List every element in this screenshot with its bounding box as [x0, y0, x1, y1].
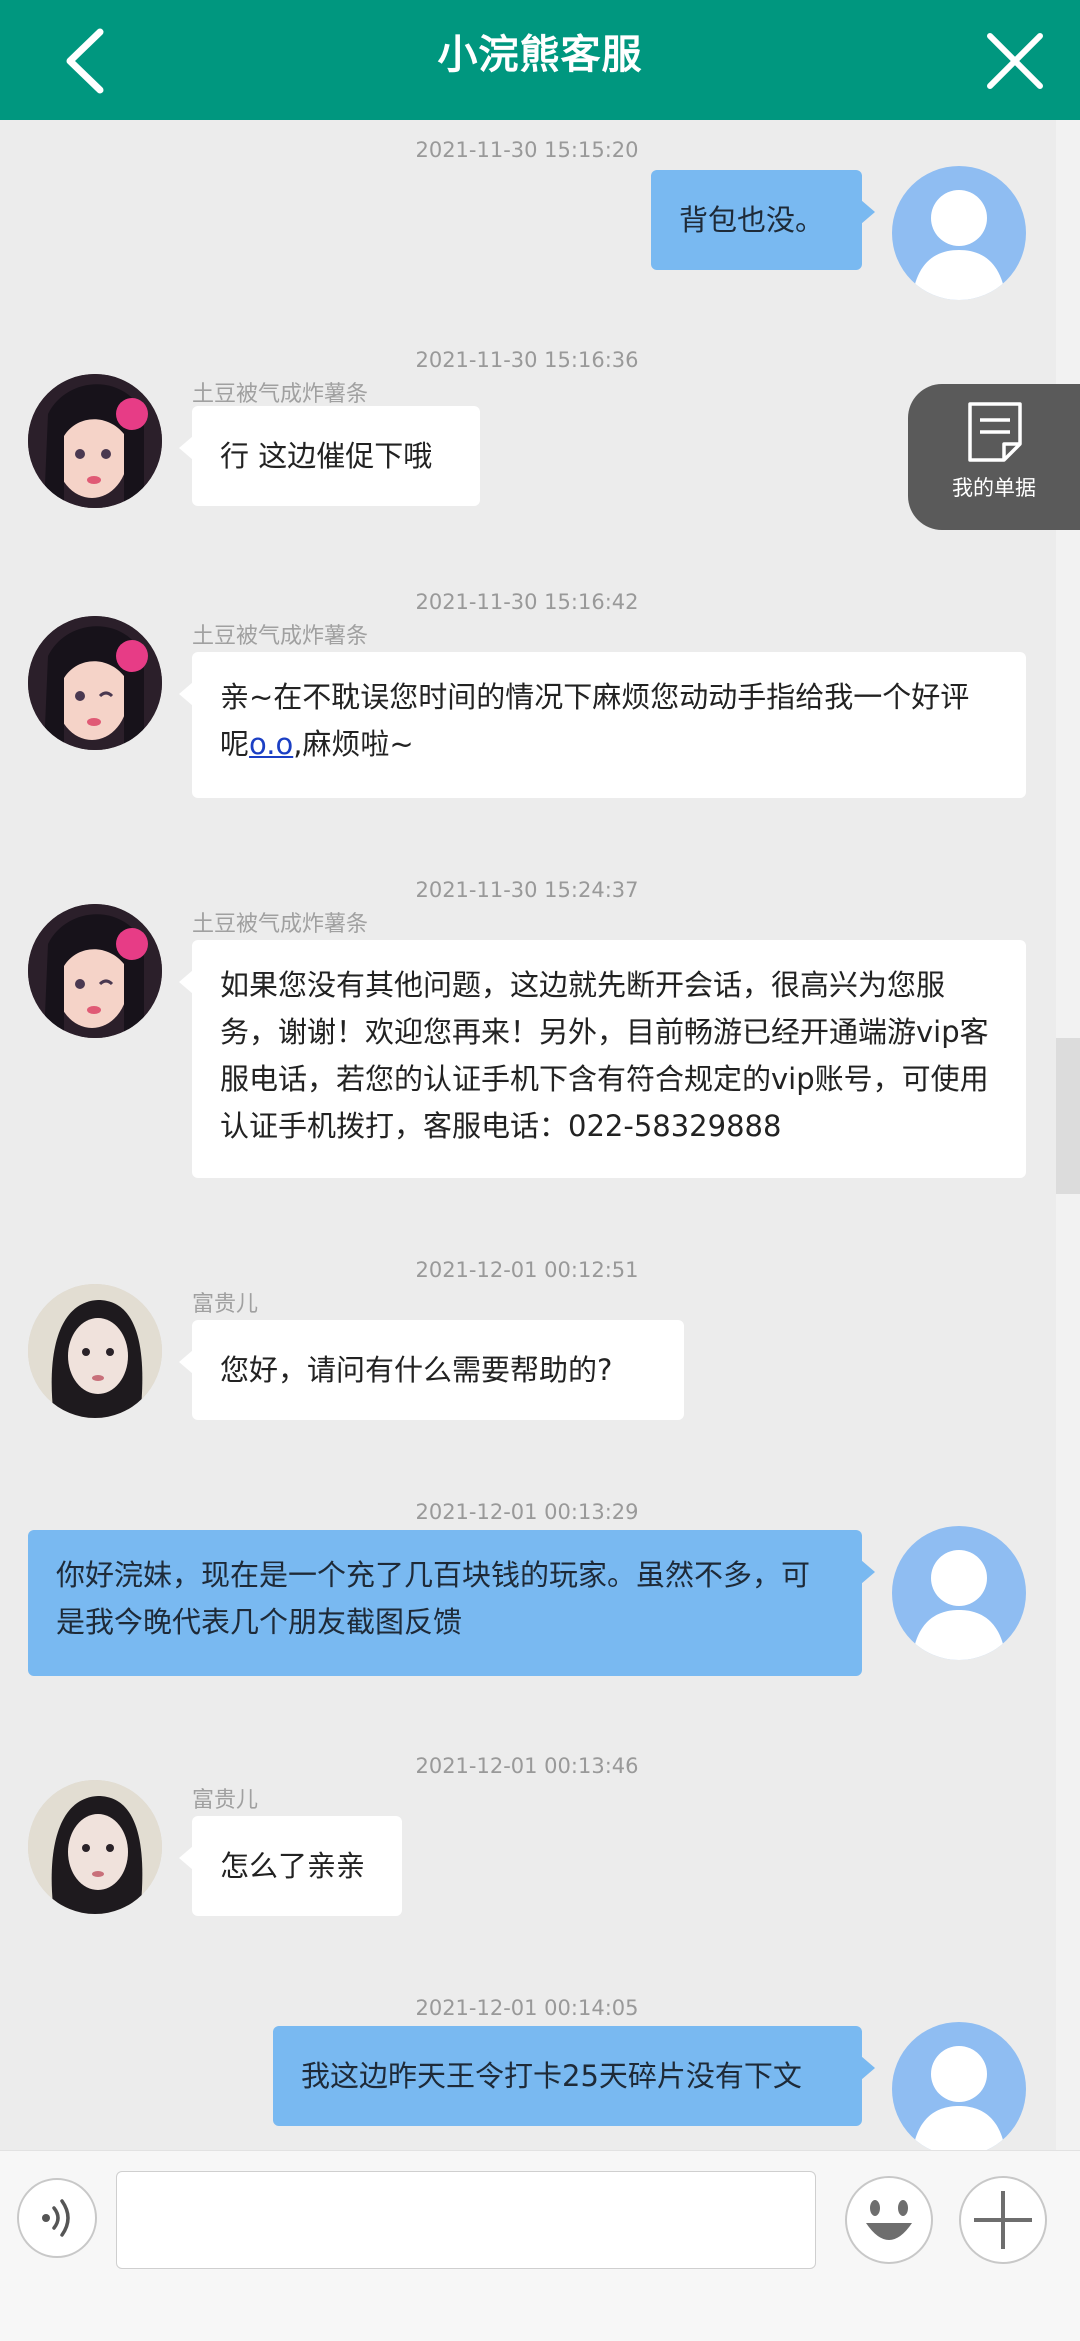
default-person-icon [912, 2046, 1006, 2150]
message-timestamp: 2021-11-30 15:16:42 [415, 590, 639, 614]
voice-input-icon[interactable] [16, 2177, 98, 2259]
message-timestamp: 2021-12-01 00:13:46 [415, 1754, 639, 1778]
plus-icon[interactable] [958, 2175, 1048, 2265]
agent-message-bubble: 您好，请问有什么需要帮助的? [179, 1320, 684, 1420]
header-bar: 小浣熊客服 [0, 0, 1080, 120]
message-input[interactable] [116, 2171, 816, 2269]
message-timestamp: 2021-12-01 00:13:29 [415, 1500, 639, 1524]
message-timestamp: 2021-11-30 15:16:36 [415, 348, 639, 372]
user-avatar [892, 2022, 1026, 2150]
agent-avatar [28, 904, 162, 1038]
sender-name: 富贵儿 [192, 1292, 259, 1317]
message-link[interactable]: o.o [249, 727, 293, 761]
agent-message-bubble: 亲~在不耽误您时间的情况下麻烦您动动手指给我一个好评呢o.o,麻烦啦~ [179, 652, 1026, 798]
message-timestamp: 2021-12-01 00:12:51 [415, 1258, 639, 1282]
avatar-illustration [28, 374, 162, 508]
agent-avatar [28, 1284, 162, 1418]
agent-message-bubble: 行 这边催促下哦 [179, 406, 480, 506]
default-person-icon [912, 190, 1006, 300]
user-message-bubble: 背包也没。 [651, 170, 875, 270]
emoji-icon[interactable] [844, 2175, 934, 2265]
default-person-icon [912, 1550, 1006, 1660]
agent-message-bubble: 怎么了亲亲 [179, 1816, 402, 1916]
message-text: ,麻烦啦~ [293, 727, 414, 761]
page-title: 小浣熊客服 [437, 32, 643, 78]
agent-avatar [28, 374, 162, 508]
message-timestamp: 2021-11-30 15:15:20 [415, 138, 639, 162]
user-message-bubble: 你好浣妹，现在是一个充了几百块钱的玩家。虽然不多，可是我今晚代表几个朋友截图反馈 [28, 1530, 875, 1676]
agent-message-bubble: 如果您没有其他问题，这边就先断开会话，很高兴为您服务，谢谢！欢迎您再来！另外，目… [179, 940, 1026, 1178]
agent-avatar [28, 1780, 162, 1914]
sender-name: 土豆被气成炸薯条 [192, 912, 369, 937]
message-timestamp: 2021-11-30 15:24:37 [415, 878, 639, 902]
message-input-bar [0, 2150, 1080, 2341]
sender-name: 土豆被气成炸薯条 [192, 382, 369, 407]
avatar-photo [28, 1284, 162, 1418]
sender-name: 土豆被气成炸薯条 [192, 624, 369, 649]
close-icon[interactable] [984, 30, 1046, 92]
scrollbar-thumb[interactable] [1056, 1038, 1080, 1194]
my-receipts-label: 我的单据 [952, 476, 1036, 500]
document-icon [968, 402, 1022, 462]
avatar-photo [28, 1780, 162, 1914]
user-avatar [892, 1526, 1026, 1660]
message-timestamp: 2021-12-01 00:14:05 [415, 1996, 639, 2020]
user-message-bubble: 我这边昨天王令打卡25天碎片没有下文 [273, 2026, 875, 2126]
sender-name: 富贵儿 [192, 1788, 259, 1813]
avatar-illustration [28, 616, 162, 750]
avatar-illustration [28, 904, 162, 1038]
user-avatar [892, 166, 1026, 300]
my-receipts-button[interactable]: 我的单据 [908, 384, 1080, 530]
agent-avatar [28, 616, 162, 750]
